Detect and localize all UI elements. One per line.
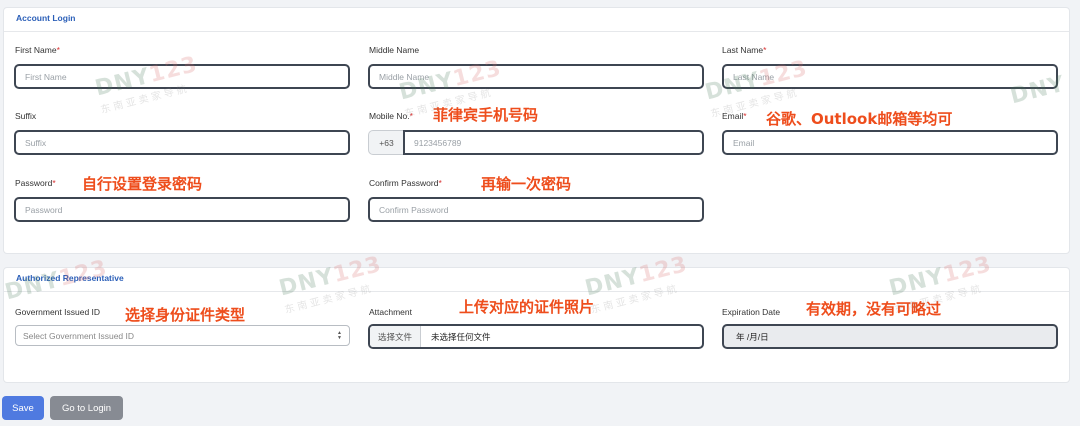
gov-id-label: Government Issued ID — [15, 307, 101, 317]
suffix-label: Suffix — [15, 111, 37, 121]
gov-id-select-value: Select Government Issued ID — [23, 330, 135, 341]
password-label-text: Password — [15, 178, 53, 188]
save-button[interactable]: Save — [2, 396, 44, 420]
expiration-date-input[interactable]: 年 /月/日 — [722, 324, 1058, 349]
choose-file-button[interactable]: 选择文件 — [370, 326, 422, 347]
first-name-input[interactable] — [14, 64, 350, 89]
last-name-label: Last Name* — [722, 45, 766, 55]
required-marker: * — [763, 45, 767, 55]
middle-name-label: Middle Name — [369, 45, 420, 55]
attachment-annotation: 上传对应的证件照片 — [459, 298, 595, 316]
required-marker: * — [743, 111, 747, 121]
confirm-password-label-text: Confirm Password — [369, 178, 439, 188]
mobile-input[interactable] — [403, 130, 704, 155]
password-input[interactable] — [14, 197, 350, 222]
go-to-login-button[interactable]: Go to Login — [50, 396, 123, 420]
email-annotation: 谷歌、Outlook邮箱等均可 — [766, 110, 953, 128]
middle-name-input[interactable] — [368, 64, 704, 89]
mobile-annotation: 菲律宾手机号码 — [433, 106, 539, 124]
attachment-label: Attachment — [369, 307, 412, 317]
email-label-text: Email — [722, 111, 744, 121]
gov-id-annotation: 选择身份证件类型 — [125, 306, 246, 324]
required-marker: * — [438, 178, 442, 188]
confirm-password-annotation: 再输一次密码 — [481, 175, 572, 193]
account-login-title: Account Login — [4, 8, 1069, 32]
required-marker: * — [409, 111, 413, 121]
first-name-label-text: First Name — [15, 45, 57, 55]
last-name-label-text: Last Name — [722, 45, 764, 55]
authorized-representative-title: Authorized Representative — [4, 268, 1069, 292]
mobile-label-text: Mobile No. — [369, 111, 410, 121]
expiration-date-label: Expiration Date — [722, 307, 781, 317]
country-code-prefix: +63 — [368, 130, 404, 155]
password-annotation: 自行设置登录密码 — [82, 175, 203, 193]
confirm-password-label: Confirm Password* — [369, 178, 442, 188]
last-name-input[interactable] — [722, 64, 1058, 89]
required-marker: * — [52, 178, 56, 188]
attachment-file-input[interactable]: 选择文件 未选择任何文件 — [368, 324, 704, 349]
mobile-label: Mobile No.* — [369, 111, 413, 121]
confirm-password-input[interactable] — [368, 197, 704, 222]
expiration-annotation: 有效期，没有可略过 — [806, 300, 942, 318]
file-status-text: 未选择任何文件 — [431, 331, 491, 342]
required-marker: * — [56, 45, 60, 55]
password-label: Password* — [15, 178, 56, 188]
suffix-input[interactable] — [14, 130, 350, 155]
caret-down-icon: ▲ ▼ — [337, 329, 342, 341]
email-input[interactable] — [722, 130, 1058, 155]
first-name-label: First Name* — [15, 45, 60, 55]
gov-id-select[interactable]: Select Government Issued ID ▲ ▼ — [15, 325, 350, 346]
email-label: Email* — [722, 111, 747, 121]
